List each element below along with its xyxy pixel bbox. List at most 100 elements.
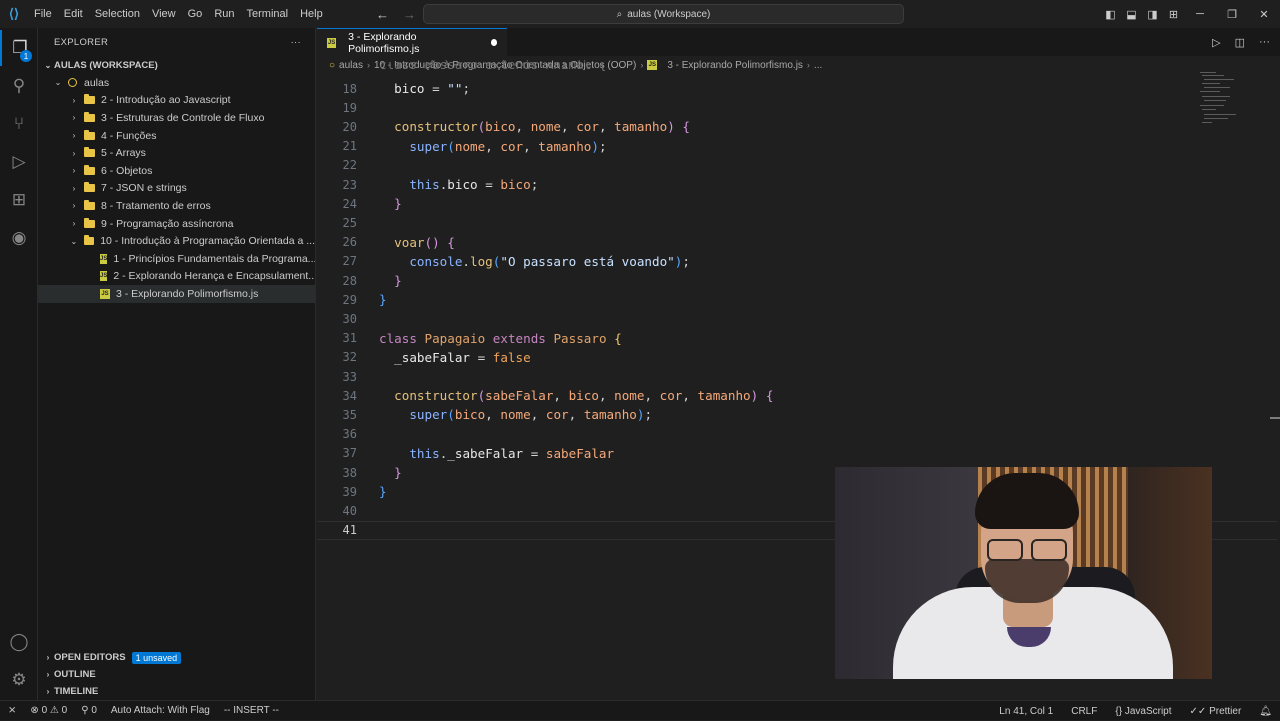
menu-edit[interactable]: Edit xyxy=(58,0,89,28)
double-check-icon: ✓✓ xyxy=(1189,705,1207,717)
menu-file[interactable]: File xyxy=(28,0,58,28)
workspace-section[interactable]: ⌄ AULAS (WORKSPACE) xyxy=(38,56,315,74)
tree-folder[interactable]: › 6 - Objetos xyxy=(38,162,315,180)
accounts-icon[interactable]: ◯ xyxy=(0,624,38,660)
status-bar: ⨯ ⊗ 0 ⚠ 0 ⚲ 0 Auto Attach: With Flag -- … xyxy=(0,700,1280,720)
line-number: 22 xyxy=(342,158,357,173)
code-text: super(nome, cor, tamanho); xyxy=(409,138,607,154)
language-mode[interactable]: {} JavaScript xyxy=(1115,706,1171,717)
line-number: 31 xyxy=(342,331,357,346)
source-control-icon[interactable]: ⑂ xyxy=(0,106,38,142)
cursor-position[interactable]: Ln 41, Col 1 xyxy=(999,706,1053,717)
code-text: console.log("O passaro está voando"); xyxy=(409,253,690,269)
code-line: 26 voar() { xyxy=(317,233,1277,252)
menu-help[interactable]: Help xyxy=(294,0,329,28)
tree-folder[interactable]: › 8 - Tratamento de erros xyxy=(38,197,315,215)
tree-folder[interactable]: › 9 - Programação assíncrona xyxy=(38,215,315,233)
scrollbar[interactable] xyxy=(1270,417,1280,419)
manage-gear-icon[interactable]: ⚙ xyxy=(0,662,38,698)
status-left: ⨯ ⊗ 0 ⚠ 0 ⚲ 0 Auto Attach: With Flag -- … xyxy=(0,705,279,716)
javascript-file-icon: JS xyxy=(100,271,108,282)
toggle-secondary-sidebar-icon[interactable]: ◨ xyxy=(1142,8,1163,21)
toggle-primary-sidebar-icon[interactable]: ◧ xyxy=(1100,8,1121,21)
minimap-line xyxy=(1202,83,1220,84)
tab-polimorfismo[interactable]: JS 3 - Explorando Polimorfismo.js xyxy=(317,28,507,56)
unsaved-badge: 1 unsaved xyxy=(131,651,182,664)
tree-folder-aulas[interactable]: ⌄ aulas xyxy=(38,74,315,92)
unsaved-dot-icon[interactable] xyxy=(490,39,497,46)
problems-indicator[interactable]: ⊗ 0 ⚠ 0 xyxy=(30,705,67,716)
tree-label: 2 - Introdução ao Javascript xyxy=(101,94,231,107)
code-text: } xyxy=(379,484,387,500)
open-editors-section[interactable]: › OPEN EDITORS 1 unsaved xyxy=(38,649,316,666)
code-line: 24 } xyxy=(317,194,1277,213)
menu-run[interactable]: Run xyxy=(208,0,240,28)
close-icon[interactable]: ✕ xyxy=(1248,8,1280,21)
run-debug-icon[interactable]: ▷ xyxy=(0,144,38,180)
end-of-line[interactable]: CRLF xyxy=(1071,706,1097,717)
outline-section[interactable]: › OUTLINE xyxy=(38,666,316,683)
ports-indicator[interactable]: ⚲ 0 xyxy=(81,705,97,716)
code-line: 28 } xyxy=(317,271,1277,290)
run-file-icon[interactable]: ▷ xyxy=(1212,36,1220,49)
extensions-icon[interactable]: ⊞ xyxy=(0,182,38,218)
chevron-right-icon: › xyxy=(46,687,50,696)
restore-icon[interactable]: ❐ xyxy=(1216,8,1248,21)
folder-icon xyxy=(84,217,95,228)
minimap-line xyxy=(1202,96,1230,97)
tree-folder[interactable]: › 7 - JSON e strings xyxy=(38,180,315,198)
menu-terminal[interactable]: Terminal xyxy=(241,0,295,28)
line-number: 37 xyxy=(342,446,357,461)
more-actions-icon[interactable]: ··· xyxy=(291,37,301,48)
line-number: 21 xyxy=(342,139,357,154)
timeline-section[interactable]: › TIMELINE xyxy=(38,683,316,700)
code-line: 19 xyxy=(317,98,1277,117)
minimize-icon[interactable]: ─ xyxy=(1184,8,1216,20)
vim-mode: -- INSERT -- xyxy=(223,705,280,716)
line-number: 18 xyxy=(342,81,357,96)
status-right: Ln 41, Col 1 CRLF {} JavaScript ✓✓ Prett… xyxy=(999,701,1272,721)
tree-file[interactable]: JS 1 - Princípios Fundamentais da Program… xyxy=(38,250,315,268)
more-actions-icon[interactable]: ··· xyxy=(1259,36,1270,48)
menu-go[interactable]: Go xyxy=(182,0,209,28)
tree-folder[interactable]: › 2 - Introdução ao Javascript xyxy=(38,92,315,110)
chevron-down-icon: ⌄ xyxy=(70,236,78,246)
minimap-line xyxy=(1200,72,1216,73)
tree-file[interactable]: JS 2 - Explorando Herança e Encapsulament… xyxy=(38,268,315,286)
menu-view[interactable]: View xyxy=(146,0,182,28)
tree-folder-open[interactable]: ⌄ 10 - Introdução à Programação Orientada… xyxy=(38,232,315,250)
chevron-right-icon: › xyxy=(72,131,76,141)
tree-label: 5 - Arrays xyxy=(101,147,146,160)
back-arrow-icon[interactable]: ← xyxy=(376,7,389,22)
line-number: 41 xyxy=(342,523,357,538)
minimap-line xyxy=(1204,118,1228,119)
line-number: 27 xyxy=(342,254,357,269)
minimap-line xyxy=(1204,79,1234,80)
tab-label: 3 - Explorando Polimorfismo.js xyxy=(348,30,420,55)
notifications-bell-icon[interactable]: 🔔︎ xyxy=(1259,706,1272,717)
search-view-icon[interactable]: ⚲ xyxy=(0,68,38,104)
tree-folder[interactable]: › 3 - Estruturas de Controle de Fluxo xyxy=(38,109,315,127)
toggle-panel-icon[interactable]: ⬓ xyxy=(1121,8,1142,21)
remote-icon[interactable]: ⨯ xyxy=(8,705,16,716)
code-text: } xyxy=(394,273,402,289)
command-center[interactable]: ⌕ aulas (Workspace) xyxy=(423,4,904,24)
line-number: 23 xyxy=(342,177,357,192)
explorer-icon[interactable]: ❐ 1 xyxy=(0,30,38,66)
split-editor-icon[interactable]: ◫ xyxy=(1235,36,1245,49)
code-line: 30 xyxy=(317,309,1277,328)
minimap[interactable] xyxy=(1200,72,1240,132)
chevron-right-icon: › xyxy=(72,95,76,105)
auto-attach-status[interactable]: Auto Attach: With Flag xyxy=(111,705,210,716)
prettier-status[interactable]: ✓✓ Prettier xyxy=(1190,706,1242,717)
tree-file-selected[interactable]: JS 3 - Explorando Polimorfismo.js xyxy=(38,285,315,303)
menu-selection[interactable]: Selection xyxy=(89,0,146,28)
code-text: constructor(bico, nome, cor, tamanho) { xyxy=(394,119,690,135)
forward-arrow-icon[interactable]: → xyxy=(403,7,416,22)
person-hair xyxy=(975,473,1079,529)
tree-folder[interactable]: › 4 - Funções xyxy=(38,127,315,145)
tree-label: 8 - Tratamento de erros xyxy=(101,199,211,212)
github-icon[interactable]: ◉ xyxy=(0,220,38,256)
tree-folder[interactable]: › 5 - Arrays xyxy=(38,144,315,162)
customize-layout-icon[interactable]: ⊞ xyxy=(1163,8,1184,21)
